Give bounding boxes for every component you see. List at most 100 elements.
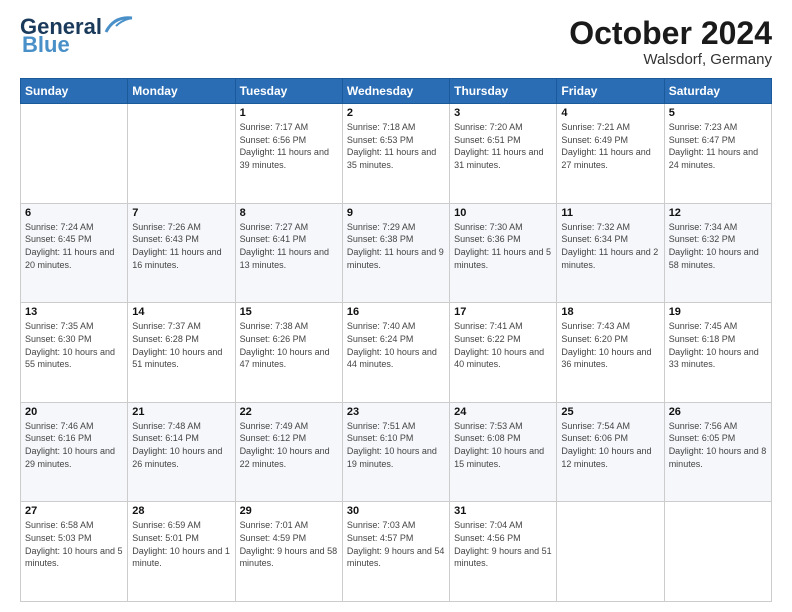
- calendar-cell: [664, 502, 771, 602]
- day-info: Sunrise: 6:59 AM Sunset: 5:01 PM Dayligh…: [132, 519, 230, 569]
- day-number: 14: [132, 306, 230, 318]
- day-info: Sunrise: 7:41 AM Sunset: 6:22 PM Dayligh…: [454, 320, 552, 370]
- day-number: 27: [25, 505, 123, 517]
- day-number: 17: [454, 306, 552, 318]
- weekday-header-sunday: Sunday: [21, 79, 128, 104]
- day-info: Sunrise: 7:21 AM Sunset: 6:49 PM Dayligh…: [561, 121, 659, 171]
- day-info: Sunrise: 7:53 AM Sunset: 6:08 PM Dayligh…: [454, 420, 552, 470]
- calendar-cell: 17 Sunrise: 7:41 AM Sunset: 6:22 PM Dayli…: [450, 303, 557, 403]
- day-info: Sunrise: 7:40 AM Sunset: 6:24 PM Dayligh…: [347, 320, 445, 370]
- day-info: Sunrise: 7:48 AM Sunset: 6:14 PM Dayligh…: [132, 420, 230, 470]
- month-title: October 2024: [569, 16, 772, 51]
- calendar-week-row: 6 Sunrise: 7:24 AM Sunset: 6:45 PM Daylig…: [21, 203, 772, 303]
- title-block: October 2024 Walsdorf, Germany: [569, 16, 772, 68]
- calendar-cell: 27 Sunrise: 6:58 AM Sunset: 5:03 PM Dayli…: [21, 502, 128, 602]
- day-number: 26: [669, 406, 767, 418]
- weekday-header-friday: Friday: [557, 79, 664, 104]
- calendar-cell: 23 Sunrise: 7:51 AM Sunset: 6:10 PM Dayli…: [342, 402, 449, 502]
- calendar-cell: 1 Sunrise: 7:17 AM Sunset: 6:56 PM Daylig…: [235, 104, 342, 204]
- day-number: 15: [240, 306, 338, 318]
- calendar-week-row: 27 Sunrise: 6:58 AM Sunset: 5:03 PM Dayli…: [21, 502, 772, 602]
- day-number: 25: [561, 406, 659, 418]
- day-info: Sunrise: 7:37 AM Sunset: 6:28 PM Dayligh…: [132, 320, 230, 370]
- day-number: 22: [240, 406, 338, 418]
- logo-wing-icon: [104, 14, 134, 36]
- day-info: Sunrise: 7:24 AM Sunset: 6:45 PM Dayligh…: [25, 221, 123, 271]
- day-info: Sunrise: 7:46 AM Sunset: 6:16 PM Dayligh…: [25, 420, 123, 470]
- calendar-cell: 16 Sunrise: 7:40 AM Sunset: 6:24 PM Dayli…: [342, 303, 449, 403]
- day-number: 1: [240, 107, 338, 119]
- day-number: 16: [347, 306, 445, 318]
- day-number: 21: [132, 406, 230, 418]
- location: Walsdorf, Germany: [569, 51, 772, 68]
- calendar-cell: 24 Sunrise: 7:53 AM Sunset: 6:08 PM Dayli…: [450, 402, 557, 502]
- day-number: 30: [347, 505, 445, 517]
- page: General Blue October 2024 Walsdorf, Germ…: [0, 0, 792, 612]
- weekday-header-thursday: Thursday: [450, 79, 557, 104]
- calendar-cell: 9Sunrise: 7:29 AM Sunset: 6:38 PM Daylig…: [342, 203, 449, 303]
- day-info: Sunrise: 7:34 AM Sunset: 6:32 PM Dayligh…: [669, 221, 767, 271]
- calendar-cell: 22 Sunrise: 7:49 AM Sunset: 6:12 PM Dayli…: [235, 402, 342, 502]
- day-number: 24: [454, 406, 552, 418]
- weekday-header-wednesday: Wednesday: [342, 79, 449, 104]
- calendar-cell: 20Sunrise: 7:46 AM Sunset: 6:16 PM Dayli…: [21, 402, 128, 502]
- day-number: 5: [669, 107, 767, 119]
- calendar-cell: 31 Sunrise: 7:04 AM Sunset: 4:56 PM Dayli…: [450, 502, 557, 602]
- calendar-cell: 11 Sunrise: 7:32 AM Sunset: 6:34 PM Dayli…: [557, 203, 664, 303]
- calendar-cell: 5 Sunrise: 7:23 AM Sunset: 6:47 PM Daylig…: [664, 104, 771, 204]
- day-number: 10: [454, 207, 552, 219]
- calendar-week-row: 1 Sunrise: 7:17 AM Sunset: 6:56 PM Daylig…: [21, 104, 772, 204]
- day-info: Sunrise: 7:23 AM Sunset: 6:47 PM Dayligh…: [669, 121, 767, 171]
- day-number: 2: [347, 107, 445, 119]
- calendar-cell: 10 Sunrise: 7:30 AM Sunset: 6:36 PM Dayli…: [450, 203, 557, 303]
- day-info: Sunrise: 6:58 AM Sunset: 5:03 PM Dayligh…: [25, 519, 123, 569]
- day-info: Sunrise: 7:38 AM Sunset: 6:26 PM Dayligh…: [240, 320, 338, 370]
- day-info: Sunrise: 7:29 AM Sunset: 6:38 PM Dayligh…: [347, 221, 445, 271]
- day-number: 12: [669, 207, 767, 219]
- day-number: 11: [561, 207, 659, 219]
- day-info: Sunrise: 7:45 AM Sunset: 6:18 PM Dayligh…: [669, 320, 767, 370]
- day-info: Sunrise: 7:35 AM Sunset: 6:30 PM Dayligh…: [25, 320, 123, 370]
- day-number: 6: [25, 207, 123, 219]
- calendar-week-row: 20Sunrise: 7:46 AM Sunset: 6:16 PM Dayli…: [21, 402, 772, 502]
- logo: General Blue: [20, 16, 134, 58]
- calendar-cell: 7Sunrise: 7:26 AM Sunset: 6:43 PM Daylig…: [128, 203, 235, 303]
- day-info: Sunrise: 7:27 AM Sunset: 6:41 PM Dayligh…: [240, 221, 338, 271]
- calendar-cell: 25Sunrise: 7:54 AM Sunset: 6:06 PM Dayli…: [557, 402, 664, 502]
- calendar-header-row: SundayMondayTuesdayWednesdayThursdayFrid…: [21, 79, 772, 104]
- day-info: Sunrise: 7:17 AM Sunset: 6:56 PM Dayligh…: [240, 121, 338, 171]
- calendar-cell: 8 Sunrise: 7:27 AM Sunset: 6:41 PM Daylig…: [235, 203, 342, 303]
- calendar-table: SundayMondayTuesdayWednesdayThursdayFrid…: [20, 78, 772, 602]
- calendar-cell: 30 Sunrise: 7:03 AM Sunset: 4:57 PM Dayli…: [342, 502, 449, 602]
- day-info: Sunrise: 7:03 AM Sunset: 4:57 PM Dayligh…: [347, 519, 445, 569]
- calendar-week-row: 13Sunrise: 7:35 AM Sunset: 6:30 PM Dayli…: [21, 303, 772, 403]
- calendar-cell: 13Sunrise: 7:35 AM Sunset: 6:30 PM Dayli…: [21, 303, 128, 403]
- day-info: Sunrise: 7:49 AM Sunset: 6:12 PM Dayligh…: [240, 420, 338, 470]
- day-number: 3: [454, 107, 552, 119]
- weekday-header-monday: Monday: [128, 79, 235, 104]
- calendar-cell: [21, 104, 128, 204]
- header: General Blue October 2024 Walsdorf, Germ…: [20, 16, 772, 68]
- calendar-cell: 26Sunrise: 7:56 AM Sunset: 6:05 PM Dayli…: [664, 402, 771, 502]
- day-info: Sunrise: 7:18 AM Sunset: 6:53 PM Dayligh…: [347, 121, 445, 171]
- calendar-cell: 15 Sunrise: 7:38 AM Sunset: 6:26 PM Dayli…: [235, 303, 342, 403]
- day-number: 8: [240, 207, 338, 219]
- day-info: Sunrise: 7:30 AM Sunset: 6:36 PM Dayligh…: [454, 221, 552, 271]
- calendar-cell: 2 Sunrise: 7:18 AM Sunset: 6:53 PM Daylig…: [342, 104, 449, 204]
- day-info: Sunrise: 7:04 AM Sunset: 4:56 PM Dayligh…: [454, 519, 552, 569]
- day-info: Sunrise: 7:51 AM Sunset: 6:10 PM Dayligh…: [347, 420, 445, 470]
- calendar-cell: 12 Sunrise: 7:34 AM Sunset: 6:32 PM Dayli…: [664, 203, 771, 303]
- day-info: Sunrise: 7:20 AM Sunset: 6:51 PM Dayligh…: [454, 121, 552, 171]
- calendar-cell: 21 Sunrise: 7:48 AM Sunset: 6:14 PM Dayli…: [128, 402, 235, 502]
- day-number: 31: [454, 505, 552, 517]
- day-number: 23: [347, 406, 445, 418]
- calendar-cell: [557, 502, 664, 602]
- day-info: Sunrise: 7:01 AM Sunset: 4:59 PM Dayligh…: [240, 519, 338, 569]
- day-number: 4: [561, 107, 659, 119]
- calendar-cell: 6 Sunrise: 7:24 AM Sunset: 6:45 PM Daylig…: [21, 203, 128, 303]
- calendar-cell: 4 Sunrise: 7:21 AM Sunset: 6:49 PM Daylig…: [557, 104, 664, 204]
- calendar-cell: 3 Sunrise: 7:20 AM Sunset: 6:51 PM Daylig…: [450, 104, 557, 204]
- logo-blue: Blue: [20, 32, 70, 58]
- day-info: Sunrise: 7:32 AM Sunset: 6:34 PM Dayligh…: [561, 221, 659, 271]
- calendar-cell: 28Sunrise: 6:59 AM Sunset: 5:01 PM Dayli…: [128, 502, 235, 602]
